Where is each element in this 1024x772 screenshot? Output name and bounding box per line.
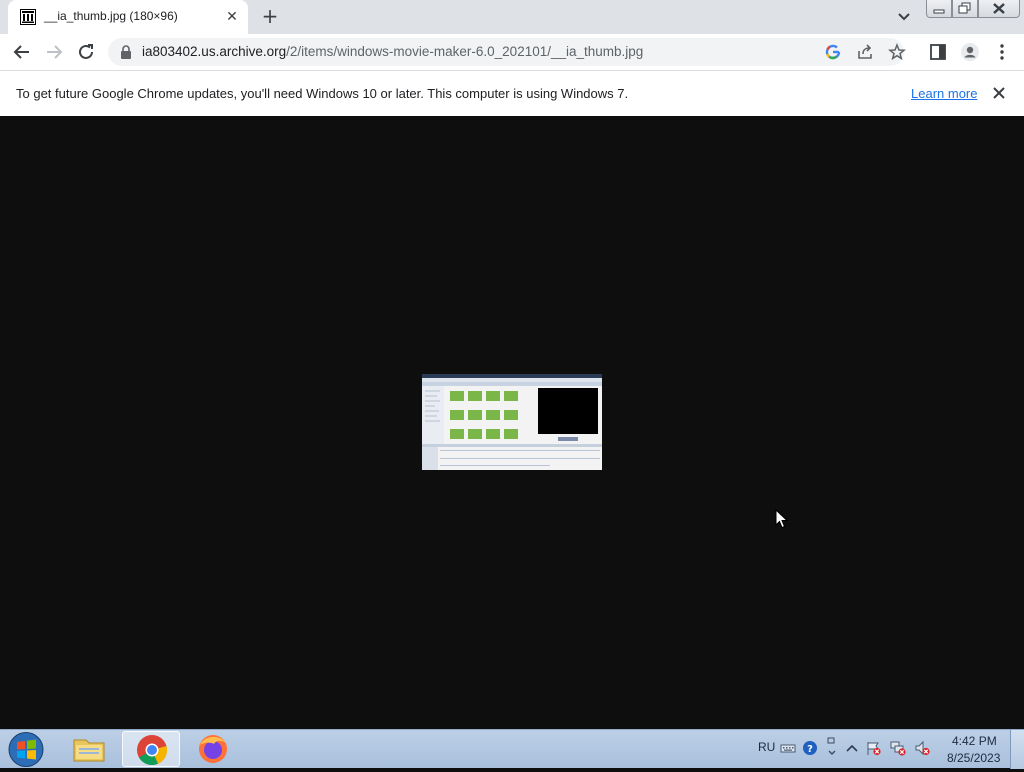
url-text[interactable]: ia803402.us.archive.org/2/items/windows-…: [142, 44, 643, 59]
close-window-button[interactable]: [978, 0, 1020, 18]
archive-icon: [20, 9, 36, 25]
menu-kebab-icon[interactable]: [992, 42, 1012, 62]
browser-toolbar: ia803402.us.archive.org/2/items/windows-…: [0, 34, 1024, 70]
network-icon[interactable]: [890, 740, 906, 756]
update-infobar: To get future Google Chrome updates, you…: [0, 70, 1024, 116]
window-controls: [926, 0, 1020, 18]
profile-avatar-icon[interactable]: [960, 42, 980, 62]
folder-icon: [73, 739, 105, 762]
mouse-cursor-icon: [775, 509, 789, 529]
url-path: /2/items/windows-movie-maker-6.0_202101/…: [286, 44, 644, 59]
keyboard-icon[interactable]: [780, 740, 796, 756]
taskbar-firefox[interactable]: [184, 731, 242, 767]
action-center-flag-icon[interactable]: [866, 740, 882, 756]
tray-scroll-icon[interactable]: [824, 736, 840, 758]
tab-strip: __ia_thumb.jpg (180×96) ✕ +: [0, 0, 1024, 34]
infobar-message: To get future Google Chrome updates, you…: [16, 86, 629, 101]
reload-icon[interactable]: [74, 40, 98, 64]
back-arrow-icon[interactable]: [10, 40, 34, 64]
language-indicator[interactable]: RU: [758, 740, 775, 754]
svg-text:?: ?: [807, 744, 813, 755]
windows-start-icon[interactable]: [6, 731, 46, 768]
tab-close-icon[interactable]: ✕: [224, 9, 240, 25]
taskbar-chrome[interactable]: [122, 731, 180, 767]
share-icon[interactable]: [856, 43, 874, 61]
infobar-close-icon[interactable]: [990, 84, 1008, 102]
movie-maker-thumbnail-image[interactable]: [422, 374, 602, 470]
restore-icon: [958, 2, 971, 14]
chrome-icon: [137, 735, 168, 766]
learn-more-link[interactable]: Learn more: [911, 86, 977, 101]
taskbar-explorer[interactable]: [60, 731, 118, 767]
volume-muted-icon[interactable]: [914, 740, 930, 756]
image-viewer: [0, 116, 1024, 729]
show-hidden-icons-icon[interactable]: [844, 740, 860, 756]
clock-time[interactable]: 4:42 PM: [952, 734, 997, 748]
new-tab-button[interactable]: +: [258, 5, 282, 29]
show-desktop-button[interactable]: [1010, 730, 1024, 769]
restore-button[interactable]: [952, 0, 978, 18]
tab-search-chevron-icon[interactable]: [894, 8, 914, 26]
clock-date[interactable]: 8/25/2023: [947, 751, 1000, 765]
minimize-button[interactable]: [926, 0, 952, 18]
help-icon[interactable]: ?: [802, 740, 818, 756]
tab-title: __ia_thumb.jpg (180×96): [44, 9, 178, 23]
bookmark-star-icon[interactable]: [888, 43, 906, 61]
close-icon: [993, 3, 1005, 14]
minimize-icon: [933, 9, 945, 14]
lock-icon[interactable]: [120, 45, 132, 59]
url-host: ia803402.us.archive.org: [142, 44, 287, 59]
firefox-icon: [199, 735, 227, 763]
side-panel-icon[interactable]: [928, 42, 948, 62]
address-bar[interactable]: ia803402.us.archive.org/2/items/windows-…: [108, 38, 906, 66]
google-translate-icon[interactable]: [824, 43, 842, 61]
forward-arrow-icon[interactable]: [42, 40, 66, 64]
windows-taskbar: RU ? 4:42 PM 8/25/2023: [0, 729, 1024, 769]
browser-tab[interactable]: __ia_thumb.jpg (180×96) ✕: [8, 0, 248, 34]
